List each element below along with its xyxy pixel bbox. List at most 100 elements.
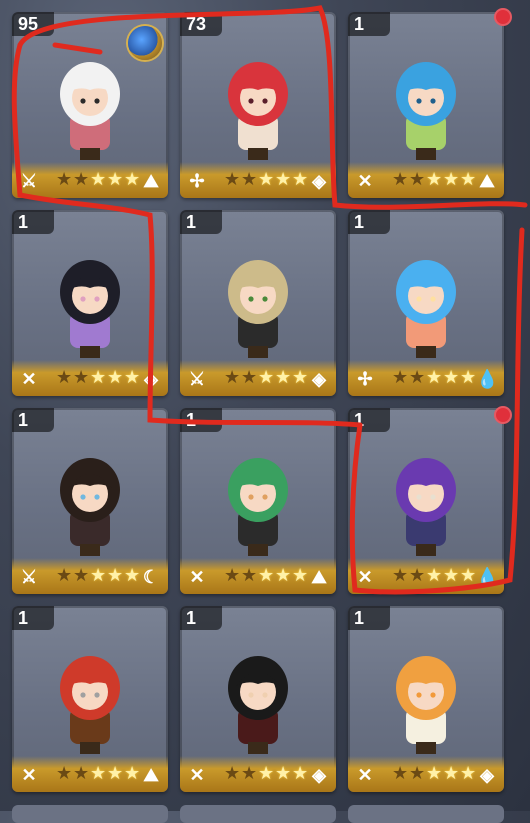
star-icon: ★ [292,565,309,585]
character-card[interactable]: 1 ✕ 💧 ★ ★ ★ ★ ★ [348,408,504,594]
star-icon: ★ [73,565,90,585]
star-icon: ★ [56,367,73,387]
character-portrait [60,62,120,160]
partial-card [348,805,504,823]
star-icon: ★ [460,169,477,189]
character-portrait [396,656,456,754]
character-card[interactable]: 1 ✕ ◈ ★ ★ ★ ★ ★ [180,606,336,792]
star-rating: ★ ★ ★ ★ ★ [224,169,309,191]
star-icon: ★ [275,169,292,189]
mountain-element-icon: ⛰ [311,567,327,587]
star-icon: ★ [460,763,477,783]
star-rating: ★ ★ ★ ★ ★ [56,565,141,587]
star-rating: ★ ★ ★ ★ ★ [56,763,141,785]
character-level: 1 [12,606,54,630]
character-card[interactable]: 1 ✕ ◈ ★ ★ ★ ★ ★ [348,606,504,792]
bow-class-icon: ✕ [189,765,205,785]
star-icon: ★ [124,565,141,585]
character-grid: 95 ⚔ ⛰ ★ ★ ★ ★ ★ 73 ✢ ◈ ★ ★ ★ ★ ★ 1 ✕ ⛰ ★ ★ ★ ★ ★ 1 ✕ ◈ ★ ★ ★ ★ ★ 1 ⚔ ◈ ★ ★ ★… [0,0,530,811]
character-level: 1 [180,210,222,234]
star-icon: ★ [275,763,292,783]
character-level: 1 [12,210,54,234]
star-icon: ★ [124,367,141,387]
star-icon: ★ [443,565,460,585]
character-level: 1 [348,210,390,234]
star-icon: ★ [258,169,275,189]
star-icon: ★ [426,763,443,783]
star-icon: ★ [124,169,141,189]
character-card[interactable]: 1 ✕ ⛰ ★ ★ ★ ★ ★ [348,12,504,198]
character-portrait [60,656,120,754]
bow-class-icon: ✕ [21,369,37,389]
star-icon: ★ [392,763,409,783]
star-icon: ★ [426,169,443,189]
class-emblem-icon [128,26,162,60]
star-icon: ★ [443,367,460,387]
bow-class-icon: ✕ [189,567,205,587]
notification-dot [494,406,512,424]
star-icon: ★ [73,367,90,387]
star-icon: ★ [258,367,275,387]
star-icon: ★ [460,367,477,387]
star-icon: ★ [124,763,141,783]
star-rating: ★ ★ ★ ★ ★ [224,763,308,785]
star-icon: ★ [73,169,90,189]
character-portrait [228,656,288,754]
character-level: 1 [180,606,222,630]
star-icon: ★ [443,169,460,189]
star-rating: ★ ★ ★ ★ ★ [224,565,309,587]
star-icon: ★ [241,367,258,387]
star-icon: ★ [56,169,73,189]
notification-dot [494,8,512,26]
star-rating: ★ ★ ★ ★ ★ [392,367,477,389]
character-portrait [228,458,288,556]
star-icon: ★ [56,565,73,585]
character-card[interactable]: 1 ⚔ ☾ ★ ★ ★ ★ ★ [12,408,168,594]
star-rating: ★ ★ ★ ★ ★ [224,367,308,389]
star-icon: ★ [426,565,443,585]
character-card[interactable]: 1 ✢ 💧 ★ ★ ★ ★ ★ [348,210,504,396]
character-card[interactable]: 1 ⚔ ◈ ★ ★ ★ ★ ★ [180,210,336,396]
star-icon: ★ [292,169,309,189]
star-icon: ★ [107,763,124,783]
bow-class-icon: ✕ [357,171,373,191]
character-level: 1 [348,12,390,36]
star-rating: ★ ★ ★ ★ ★ [392,169,477,191]
character-card[interactable]: 1 ✕ ⛰ ★ ★ ★ ★ ★ [180,408,336,594]
character-card[interactable]: 1 ✕ ⛰ ★ ★ ★ ★ ★ [12,606,168,792]
star-icon: ★ [90,565,107,585]
star-icon: ★ [241,169,258,189]
star-rating: ★ ★ ★ ★ ★ [392,763,477,785]
star-icon: ★ [460,565,477,585]
character-portrait [396,260,456,358]
star-rating: ★ ★ ★ ★ ★ [56,169,141,191]
staff-class-icon: ✢ [189,171,205,191]
star-icon: ★ [107,169,124,189]
star-icon: ★ [224,169,241,189]
moon-element-icon: ☾ [142,567,160,587]
mountain-element-icon: ⛰ [143,765,159,785]
swords-class-icon: ⚔ [20,171,38,191]
star-icon: ★ [409,367,426,387]
star-icon: ★ [426,367,443,387]
partial-card [12,805,168,823]
star-icon: ★ [392,565,409,585]
character-portrait [228,62,288,160]
character-portrait [228,260,288,358]
star-icon: ★ [443,763,460,783]
character-card[interactable]: 1 ✕ ◈ ★ ★ ★ ★ ★ [12,210,168,396]
star-icon: ★ [409,763,426,783]
staff-class-icon: ✢ [357,369,373,389]
character-level: 95 [12,12,54,36]
star-icon: ★ [90,367,107,387]
star-icon: ★ [409,169,426,189]
diamond-element-icon: ◈ [312,171,326,191]
star-icon: ★ [392,169,409,189]
star-icon: ★ [275,367,292,387]
star-icon: ★ [107,565,124,585]
star-rating: ★ ★ ★ ★ ★ [56,367,141,389]
mountain-element-icon: ⛰ [479,171,495,191]
character-level: 1 [12,408,54,432]
mountain-element-icon: ⛰ [143,171,159,191]
character-card[interactable]: 73 ✢ ◈ ★ ★ ★ ★ ★ [180,12,336,198]
